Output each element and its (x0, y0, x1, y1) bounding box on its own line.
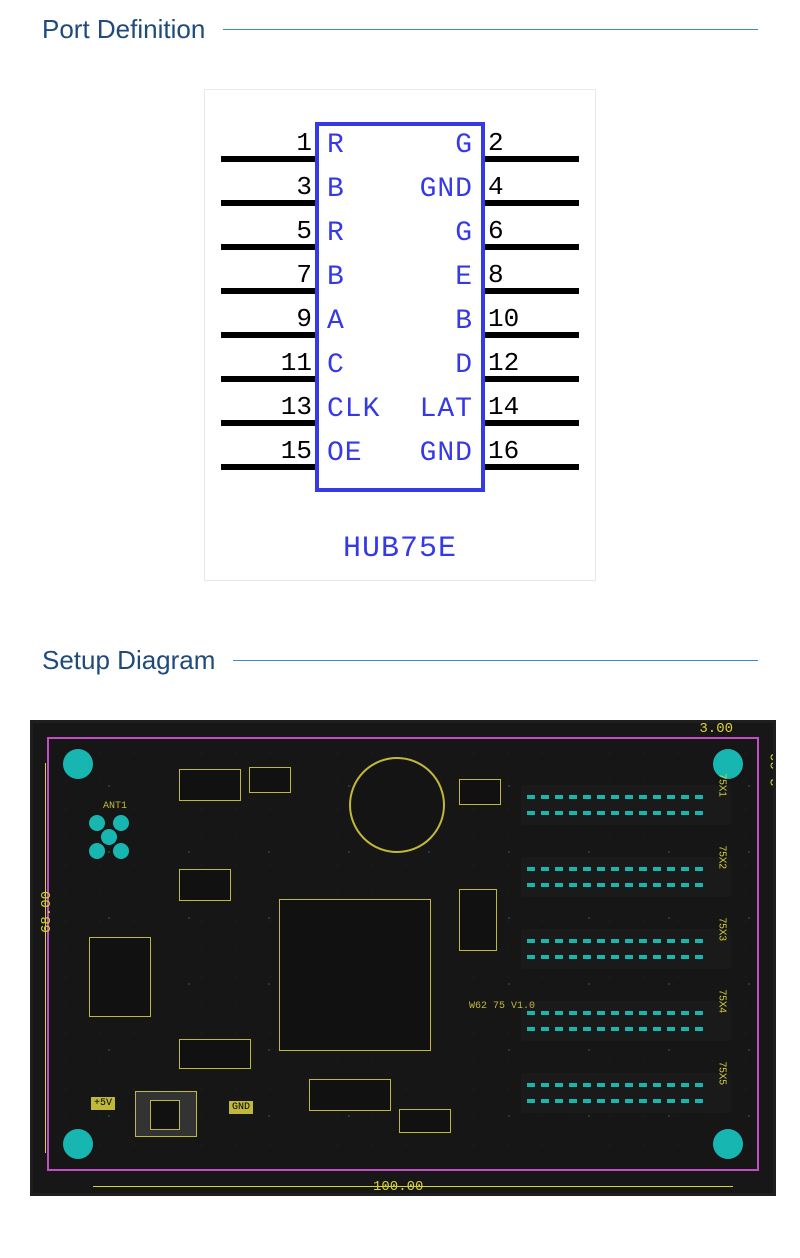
pin-label: B (327, 174, 345, 205)
hub75-header: 75X4 (521, 1001, 731, 1041)
pin-label: C (327, 350, 345, 381)
pin-number: 15 (262, 436, 312, 466)
port-definition-diagram: 1 R G 2 3 B GND 4 5 R G 6 7 B E 8 9 A B … (204, 89, 596, 581)
pcb-component (179, 1039, 251, 1069)
hub75-header: 75X2 (521, 857, 731, 897)
pin-number: 16 (488, 436, 538, 466)
silk-label: GND (229, 1101, 253, 1114)
pin-number: 7 (262, 260, 312, 290)
pin-number: 11 (262, 348, 312, 378)
pin-label: R (327, 218, 345, 249)
pin-lead (221, 156, 315, 162)
pin-lead (221, 200, 315, 206)
dim-line (93, 1186, 733, 1187)
pcb-board-outline: 75X1 75X2 75X3 75X4 75X5 ANT1 +5V GND W6… (47, 737, 759, 1171)
pcb-component (399, 1109, 451, 1133)
section-header-setup: Setup Diagram (0, 631, 800, 690)
pin-row: 7 B E 8 (205, 264, 595, 308)
mount-hole (63, 749, 93, 779)
pcb-power-pad (135, 1091, 197, 1137)
hub75-tag: 75X1 (716, 774, 727, 797)
hub75-tag: 75X5 (716, 1062, 727, 1085)
pcb-mcu (279, 899, 431, 1051)
pin-number: 3 (262, 172, 312, 202)
pin-number: 6 (488, 216, 538, 246)
section-header-port: Port Definition (0, 0, 800, 59)
pin-lead (221, 288, 315, 294)
pcb-component (179, 869, 231, 901)
pin-label: B (327, 262, 345, 293)
pin-number: 9 (262, 304, 312, 334)
pin-row: 1 R G 2 (205, 132, 595, 176)
pin-label: CLK (327, 394, 380, 425)
section-divider (223, 29, 758, 30)
dim-height: 68.00 (39, 891, 55, 933)
dim-margin: 3.00 (769, 753, 776, 787)
pin-label: B (455, 306, 473, 337)
hub75-tag: 75X3 (716, 918, 727, 941)
pin-label: GND (420, 438, 473, 469)
pin-label: E (455, 262, 473, 293)
pin-label: OE (327, 438, 363, 469)
pcb-buzzer (349, 757, 445, 853)
pin-number: 13 (262, 392, 312, 422)
pcb-component (309, 1079, 391, 1111)
dim-width: 100.00 (373, 1179, 423, 1195)
pin-number: 12 (488, 348, 538, 378)
pin-label: G (455, 130, 473, 161)
pin-label: LAT (420, 394, 473, 425)
hub75-tag: 75X4 (716, 990, 727, 1013)
pcb-antenna (89, 815, 141, 857)
pin-label: R (327, 130, 345, 161)
pin-lead (221, 464, 315, 470)
pcb-component (249, 767, 291, 793)
hub75-tag: 75X2 (716, 846, 727, 869)
section-title-port: Port Definition (42, 14, 205, 45)
pin-row: 15 OE GND 16 (205, 440, 595, 484)
pcb-component (459, 889, 497, 951)
pin-label: GND (420, 174, 473, 205)
pin-row: 5 R G 6 (205, 220, 595, 264)
pcb-frame: 75X1 75X2 75X3 75X4 75X5 ANT1 +5V GND W6… (30, 720, 776, 1196)
pin-label: D (455, 350, 473, 381)
silk-label: ANT1 (103, 801, 127, 812)
pcb-diagram: 75X1 75X2 75X3 75X4 75X5 ANT1 +5V GND W6… (30, 720, 770, 1196)
section-title-setup: Setup Diagram (42, 645, 215, 676)
pin-number: 5 (262, 216, 312, 246)
hub75-header: 75X5 (521, 1073, 731, 1113)
dim-margin: 3.00 (89, 1195, 123, 1196)
silk-label: W62 75 V1.0 (469, 1001, 535, 1012)
pin-number: 1 (262, 128, 312, 158)
pcb-component (179, 769, 241, 801)
mount-hole (63, 1129, 93, 1159)
pin-lead (221, 244, 315, 250)
dim-line (45, 763, 46, 1153)
pin-number: 10 (488, 304, 538, 334)
pin-number: 8 (488, 260, 538, 290)
dim-margin: 3.00 (699, 721, 733, 737)
pin-lead (221, 332, 315, 338)
silk-label: +5V (91, 1097, 115, 1110)
pin-row: 9 A B 10 (205, 308, 595, 352)
hub75-header: 75X3 (521, 929, 731, 969)
hub75-header: 75X1 (521, 785, 731, 825)
pcb-power-jack (89, 937, 151, 1017)
pin-number: 14 (488, 392, 538, 422)
pin-number: 4 (488, 172, 538, 202)
section-divider (233, 660, 758, 661)
pin-row: 13 CLK LAT 14 (205, 396, 595, 440)
pcb-component (459, 779, 501, 805)
pin-label: A (327, 306, 345, 337)
pin-lead (221, 376, 315, 382)
chip-name: HUB75E (205, 532, 595, 566)
mount-hole (713, 1129, 743, 1159)
pin-label: G (455, 218, 473, 249)
dim-margin: 3.00 (30, 1163, 37, 1196)
pin-lead (221, 420, 315, 426)
pin-row: 11 C D 12 (205, 352, 595, 396)
pin-number: 2 (488, 128, 538, 158)
pin-row: 3 B GND 4 (205, 176, 595, 220)
